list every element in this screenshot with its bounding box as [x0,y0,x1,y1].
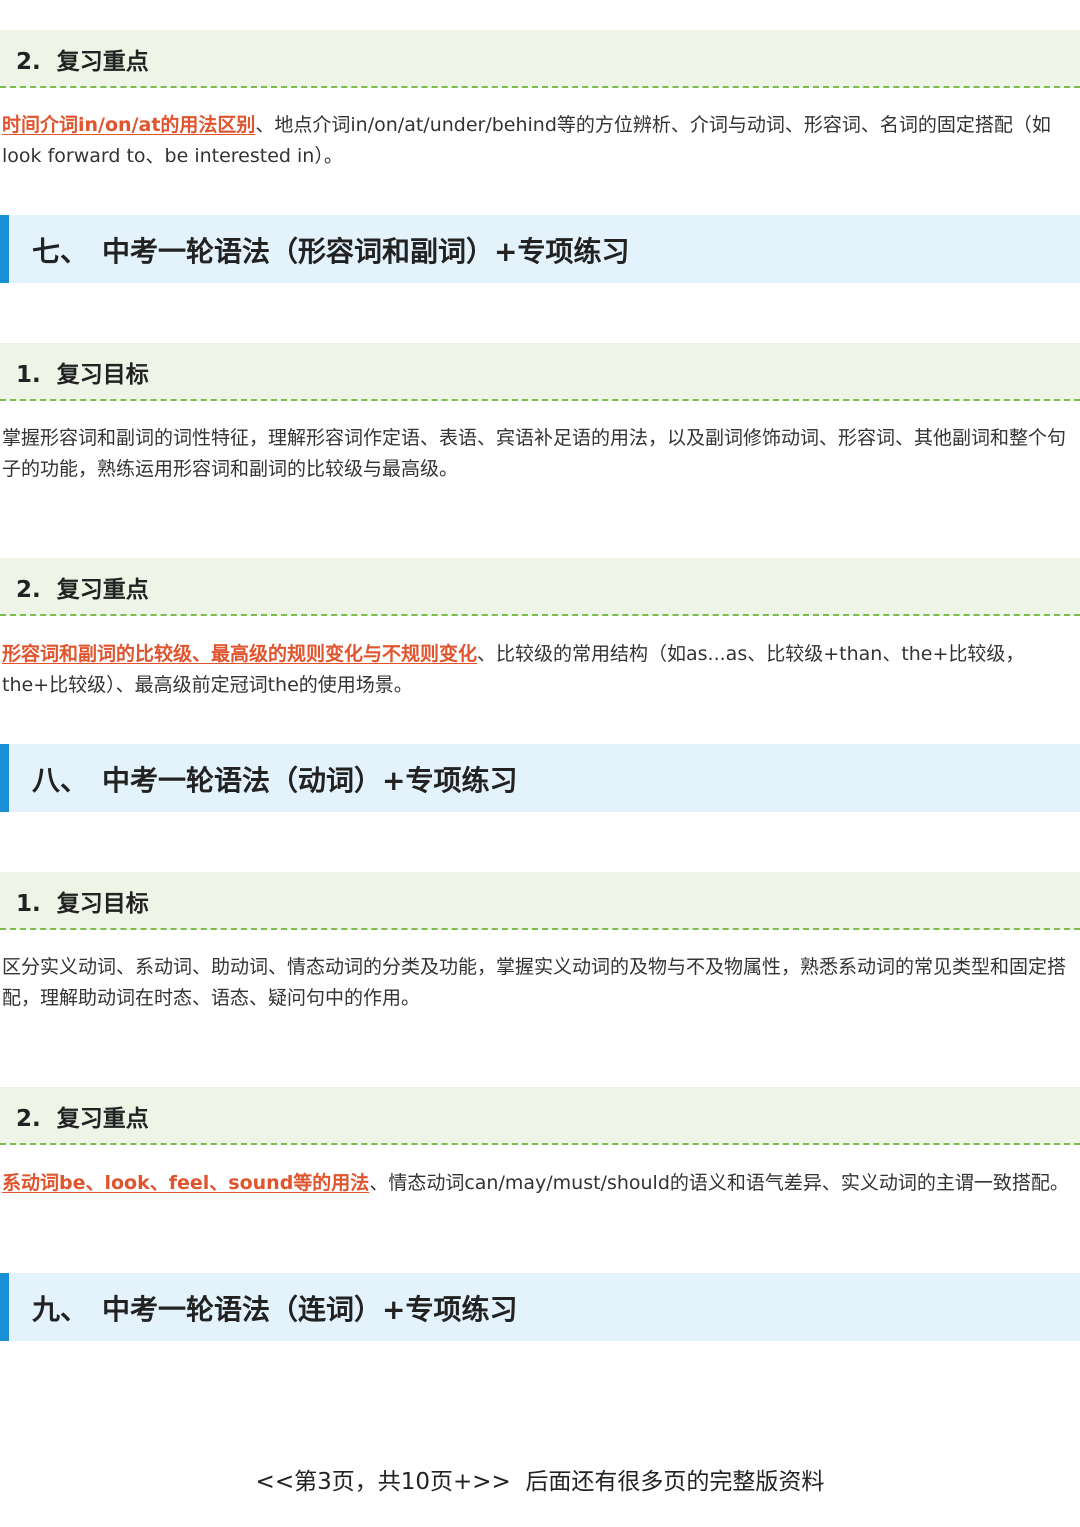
heading-title: 复习目标 [56,362,149,388]
heading-title: 复习重点 [56,577,149,603]
section-number: 七、 [32,235,89,268]
section-heading-9: 九、 中考一轮语法（连词）+专项练习 [0,1273,1080,1341]
section-number: 八、 [32,764,89,797]
heading-title: 复习目标 [56,891,149,917]
focus-highlight: 形容词和副词的比较级、最高级的规则变化与不规则变化 [2,643,478,665]
section-title: 中考一轮语法（形容词和副词）+专项练习 [102,235,630,268]
section-number: 九、 [32,1293,89,1326]
heading-number: 2. [16,49,41,75]
section-accent-bar [0,1273,9,1341]
heading-number: 1. [16,891,41,917]
page-footer: <<第3页，共10页+>> 后面还有很多页的完整版资料 [255,1469,825,1495]
focus-paragraph: 时间介词in/on/at的用法区别、地点介词in/on/at/under/beh… [2,110,1078,172]
section-heading-7: 七、 中考一轮语法（形容词和副词）+专项练习 [0,215,1080,283]
focus-heading: 2. 复习重点 [0,1087,1080,1145]
heading-number: 1. [16,362,41,388]
section-title: 中考一轮语法（连词）+专项练习 [102,1293,518,1326]
heading-number: 2. [16,1106,41,1132]
heading-title: 复习重点 [56,1106,149,1132]
heading-number: 2. [16,577,41,603]
goal-heading: 1. 复习目标 [0,343,1080,401]
focus-paragraph: 系动词be、look、feel、sound等的用法、情态动词can/may/mu… [2,1168,1078,1199]
focus-heading: 2. 复习重点 [0,558,1080,616]
goal-paragraph: 掌握形容词和副词的词性特征，理解形容词作定语、表语、宾语补足语的用法，以及副词修… [2,427,1067,480]
goal-heading: 1. 复习目标 [0,872,1080,930]
focus-paragraph: 形容词和副词的比较级、最高级的规则变化与不规则变化、比较级的常用结构（如as..… [2,639,1078,701]
focus-heading: 2. 复习重点 [0,30,1080,88]
section-accent-bar [0,215,9,283]
section-title: 中考一轮语法（动词）+专项练习 [102,764,518,797]
goal-paragraph: 区分实义动词、系动词、助动词、情态动词的分类及功能，掌握实义动词的及物与不及物属… [2,956,1067,1009]
focus-highlight: 时间介词in/on/at的用法区别 [2,114,256,136]
focus-highlight: 系动词be、look、feel、sound等的用法 [2,1172,370,1194]
focus-text: 、情态动词can/may/must/should的语义和语气差异、实义动词的主谓… [369,1172,1069,1194]
section-heading-8: 八、 中考一轮语法（动词）+专项练习 [0,744,1080,812]
heading-title: 复习重点 [56,49,149,75]
section-accent-bar [0,744,9,812]
